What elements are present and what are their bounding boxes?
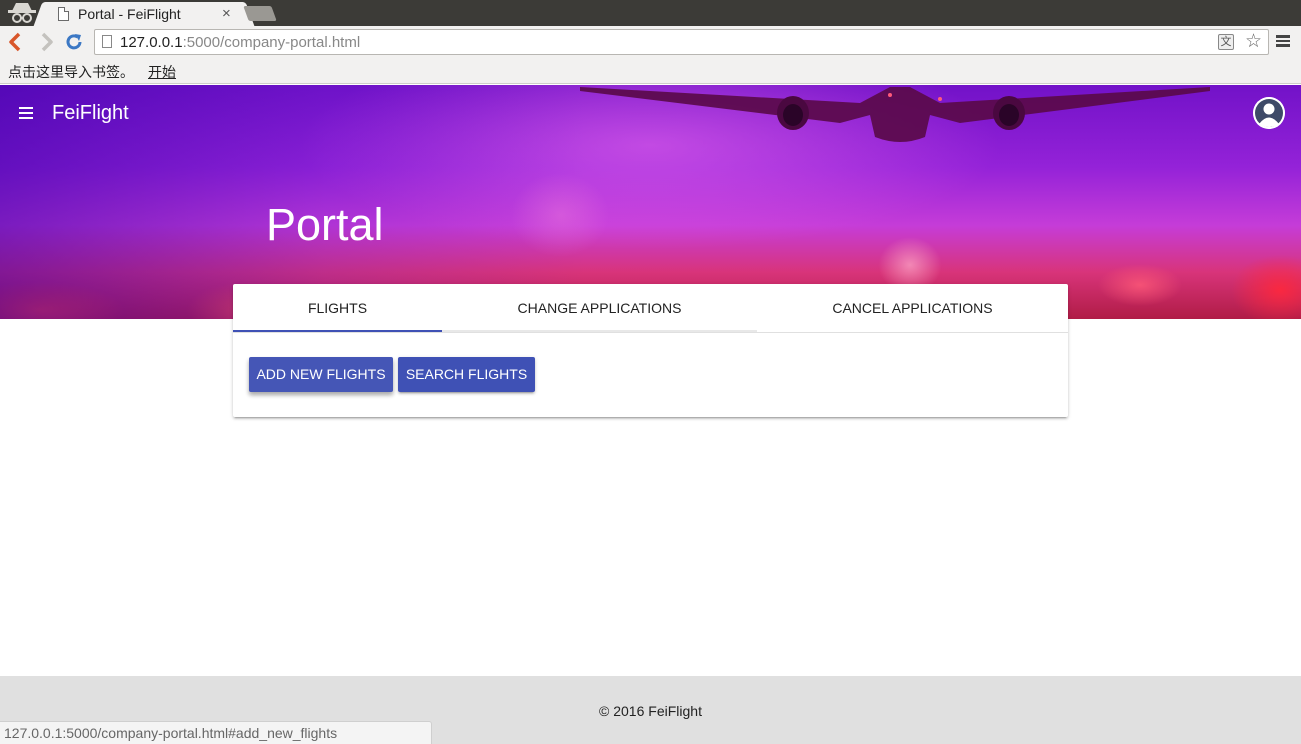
footer-copyright: © 2016 FeiFlight bbox=[599, 703, 702, 719]
browser-toolbar: 127.0.0.1:5000/company-portal.html 文 ☆ bbox=[0, 26, 1301, 58]
bookmarks-bar: 点击这里导入书签。 开始 bbox=[0, 58, 1301, 84]
url-text: 127.0.0.1:5000/company-portal.html bbox=[120, 34, 361, 51]
page-content: FeiFlight Portal FLIGHTS CHANGE APPLICAT… bbox=[0, 85, 1301, 744]
page-icon bbox=[58, 7, 69, 21]
page-title: Portal bbox=[266, 199, 384, 250]
back-arrow-icon[interactable] bbox=[6, 32, 26, 52]
add-new-flights-button[interactable]: ADD NEW FLIGHTS bbox=[249, 357, 393, 392]
new-tab-button[interactable] bbox=[243, 6, 277, 21]
page-icon bbox=[102, 35, 112, 48]
tab-title: Portal - FeiFlight bbox=[78, 6, 181, 22]
bookmarks-prompt: 点击这里导入书签。 bbox=[8, 64, 134, 80]
tab-flights[interactable]: FLIGHTS bbox=[233, 284, 442, 333]
tab-hover-track bbox=[442, 330, 757, 332]
status-bar: 127.0.0.1:5000/company-portal.html#add_n… bbox=[0, 721, 432, 744]
app-bar: FeiFlight bbox=[0, 85, 1301, 141]
tab-close-icon[interactable]: × bbox=[222, 5, 231, 23]
tab-change-applications[interactable]: CHANGE APPLICATIONS bbox=[442, 284, 757, 333]
reload-icon[interactable] bbox=[64, 32, 84, 52]
address-bar[interactable]: 127.0.0.1:5000/company-portal.html 文 ☆ bbox=[94, 29, 1269, 55]
active-tab-indicator bbox=[233, 330, 442, 332]
portal-card: FLIGHTS CHANGE APPLICATIONS CANCEL APPLI… bbox=[233, 284, 1068, 417]
browser-tabstrip: Portal - FeiFlight × bbox=[0, 0, 1301, 26]
bookmarks-start-link[interactable]: 开始 bbox=[148, 62, 176, 82]
forward-arrow-icon[interactable] bbox=[36, 32, 56, 52]
status-url: 127.0.0.1:5000/company-portal.html#add_n… bbox=[4, 725, 338, 741]
translate-icon[interactable]: 文 bbox=[1218, 34, 1234, 50]
bookmark-star-icon[interactable]: ☆ bbox=[1245, 31, 1262, 53]
tab-cancel-applications[interactable]: CANCEL APPLICATIONS bbox=[757, 284, 1068, 333]
user-avatar-icon[interactable] bbox=[1253, 97, 1285, 129]
hamburger-menu-icon[interactable] bbox=[1276, 35, 1290, 47]
brand-title[interactable]: FeiFlight bbox=[52, 102, 129, 125]
search-flights-button[interactable]: SEARCH FLIGHTS bbox=[398, 357, 535, 392]
menu-icon[interactable] bbox=[19, 107, 33, 119]
browser-tab[interactable]: Portal - FeiFlight × bbox=[46, 2, 242, 26]
portal-tabs: FLIGHTS CHANGE APPLICATIONS CANCEL APPLI… bbox=[233, 284, 1068, 333]
